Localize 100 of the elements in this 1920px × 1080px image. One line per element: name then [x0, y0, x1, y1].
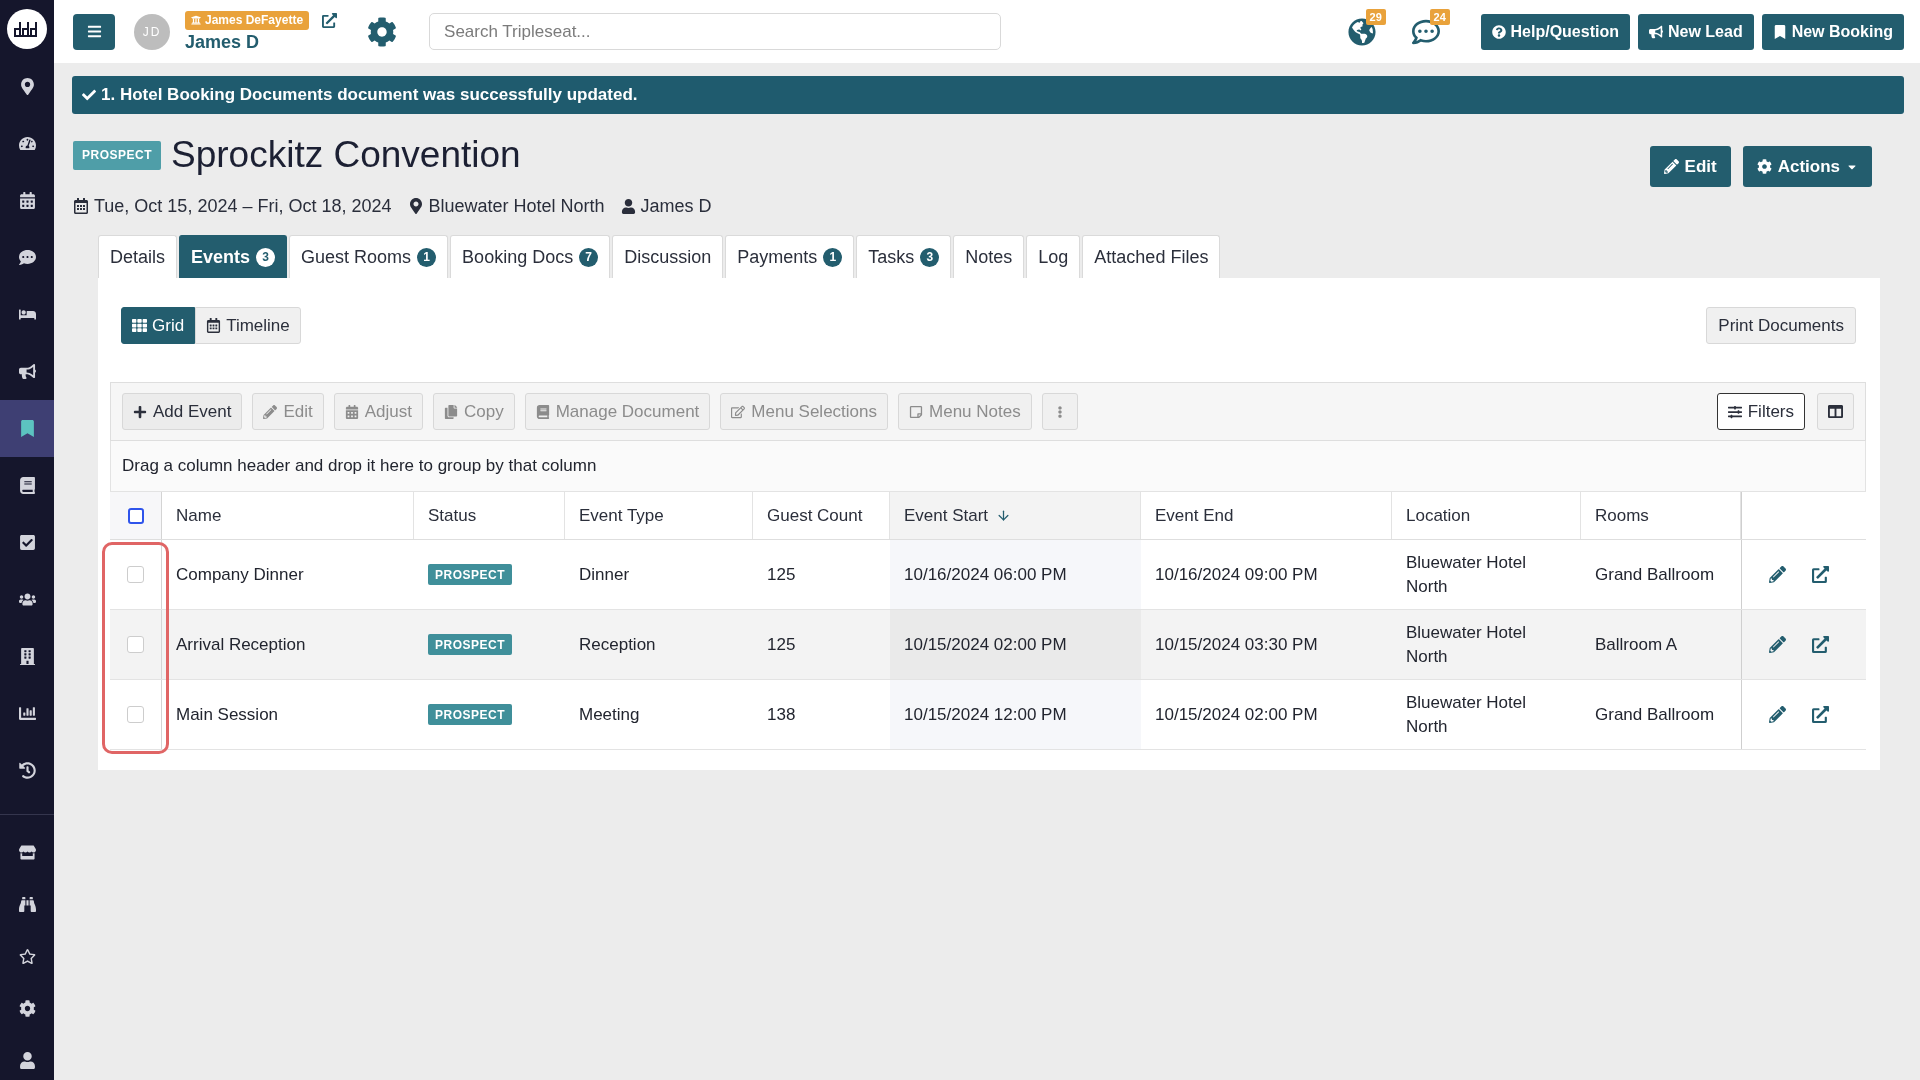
map-pin-icon [18, 78, 36, 95]
pencil-icon[interactable] [1769, 566, 1786, 583]
table-cell-text: Arrival Reception [176, 633, 306, 656]
table-cell-text: Company Dinner [176, 563, 304, 586]
tab[interactable]: Booking Docs 7 [450, 235, 611, 278]
calendar-icon [73, 198, 89, 214]
count-badge: 24 [1429, 8, 1450, 25]
columns-button[interactable] [1817, 393, 1854, 430]
calendar-icon [206, 318, 222, 333]
table-cell-text: Reception [579, 633, 656, 656]
table-cell-text: 10/15/2024 12:00 PM [904, 703, 1067, 726]
tab[interactable]: Discussion [612, 235, 724, 278]
binoculars-icon [18, 895, 36, 913]
external-link-icon[interactable] [1812, 706, 1829, 723]
search-field[interactable]: Search Tripleseat... [429, 13, 1002, 50]
table-cell-text: Ballroom A [1595, 633, 1678, 656]
table-cell-text: Main Session [176, 703, 279, 726]
history-icon [18, 762, 36, 779]
external-link-icon[interactable] [1812, 636, 1829, 653]
pencil-icon[interactable] [1769, 706, 1786, 723]
store-icon [18, 843, 36, 861]
building-icon [18, 648, 36, 665]
venue-name: Bluewater Hotel North [428, 194, 605, 218]
tab[interactable]: Log [1026, 235, 1081, 278]
sliders-icon [1727, 404, 1742, 419]
actions-button[interactable]: Actions [1742, 146, 1872, 187]
column-header[interactable]: Guest Count [767, 502, 863, 529]
table-cell-text: 10/15/2024 03:30 PM [1155, 633, 1318, 656]
settings-icon [18, 999, 36, 1017]
table-cell-text: Meeting [579, 703, 640, 726]
bar-chart-icon [18, 705, 36, 722]
table-cell-text: Grand Ballroom [1595, 703, 1715, 726]
header-button[interactable]: Help/Question [1480, 13, 1630, 50]
book-icon [535, 404, 550, 419]
toolbar-button[interactable]: Add Event [122, 393, 243, 430]
status-badge: PROSPECT [428, 634, 512, 655]
view-toggle[interactable]: Grid [121, 307, 196, 344]
column-header[interactable]: Event Start [904, 502, 989, 529]
checkbox[interactable] [127, 507, 144, 524]
tab[interactable]: Guest Rooms 1 [289, 235, 449, 278]
count-badge: 3 [256, 247, 276, 267]
header-button[interactable]: New Booking [1761, 13, 1904, 50]
check-icon [82, 88, 96, 102]
external-link-icon[interactable] [1812, 566, 1829, 583]
tab[interactable]: Payments 1 [725, 235, 855, 278]
logo-icon[interactable] [7, 9, 47, 49]
user-icon [620, 198, 636, 214]
table-cell-text: Bluewater Hotel North [1406, 551, 1527, 598]
tab[interactable]: Tasks 3 [856, 235, 952, 278]
status-badge: PROSPECT [73, 140, 161, 170]
table-cell-text: Bluewater Hotel North [1406, 691, 1527, 738]
copy-icon [444, 404, 458, 419]
tab[interactable]: Attached Files [1082, 235, 1221, 278]
column-header[interactable]: Status [428, 502, 477, 529]
count-badge: 3 [920, 247, 940, 267]
pencil-icon [263, 404, 278, 419]
owner-name: James D [640, 194, 712, 218]
table-cell-text: 10/15/2024 02:00 PM [904, 633, 1067, 656]
count-badge: 7 [579, 247, 599, 267]
megaphone-icon [1648, 24, 1663, 39]
book-icon [18, 477, 36, 494]
user-icon [18, 1051, 36, 1069]
users-icon [18, 591, 36, 608]
megaphone-icon [18, 363, 36, 380]
gauge-icon [18, 135, 36, 152]
print-documents-button[interactable]: Print Documents [1706, 307, 1856, 344]
table-cell-text: 125 [767, 633, 796, 656]
bookmark-icon [18, 420, 36, 437]
chat-bubble-icon [18, 249, 36, 266]
count-badge: 29 [1365, 8, 1386, 25]
status-badge: PROSPECT [428, 564, 512, 585]
external-link-icon[interactable] [322, 12, 338, 28]
settings-icon [1756, 159, 1772, 174]
settings-icon[interactable] [367, 16, 398, 47]
header-button[interactable]: New Lead [1637, 13, 1754, 50]
calendar-icon [18, 192, 36, 209]
column-header[interactable]: Name [176, 502, 222, 529]
table-cell-text: Dinner [579, 563, 630, 586]
count-badge: 1 [823, 247, 843, 267]
edit-button[interactable]: Edit [1649, 146, 1731, 187]
tab[interactable]: Notes [953, 235, 1025, 278]
tab[interactable]: Events 3 [179, 235, 288, 278]
user-name[interactable]: James D [185, 30, 338, 53]
column-header[interactable]: Event Type [579, 502, 664, 529]
table-cell-text: 10/16/2024 09:00 PM [1155, 563, 1318, 586]
column-header[interactable]: Event End [1155, 502, 1234, 529]
status-badge: PROSPECT [428, 704, 512, 725]
view-toggle[interactable]: Timeline [195, 307, 301, 344]
table-cell-text: 10/15/2024 02:00 PM [1155, 703, 1318, 726]
menu-button[interactable] [73, 13, 115, 50]
column-header[interactable]: Location [1406, 502, 1471, 529]
pencil-icon[interactable] [1769, 636, 1786, 653]
column-header[interactable]: Rooms [1595, 502, 1649, 529]
filters-button[interactable]: Filters [1716, 393, 1805, 430]
grid-icon [132, 318, 147, 333]
bed-icon [18, 306, 36, 323]
note-icon [909, 404, 923, 419]
tab[interactable]: Details [98, 235, 178, 278]
calendar-icon [344, 404, 359, 419]
alert-message: 1. Hotel Booking Documents document was successfully updated. [101, 84, 638, 107]
